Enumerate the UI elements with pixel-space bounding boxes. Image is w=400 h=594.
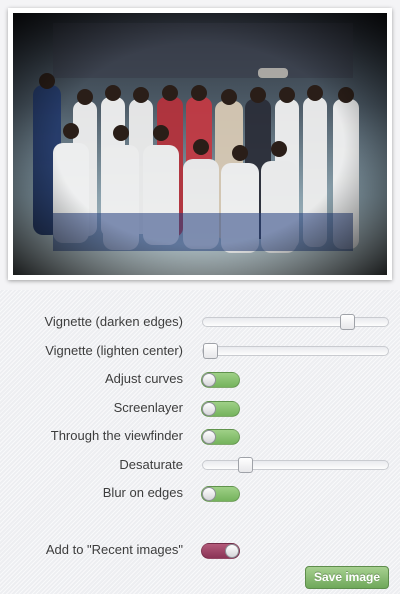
slider-thumb[interactable] [238,457,254,473]
setting-row-vignette-lighten: Vignette (lighten center) [0,341,400,363]
screenlayer-toggle[interactable] [201,401,240,417]
viewfinder-toggle[interactable] [201,429,240,445]
setting-label: Through the viewfinder [50,428,183,443]
setting-row-recent-images: Add to "Recent images" [0,540,400,562]
photo-frame [8,8,392,280]
setting-label: Blur on edges [102,485,183,500]
setting-label: Desaturate [119,457,183,472]
setting-row-adjust-curves: Adjust curves [0,369,400,391]
setting-label: Vignette (darken edges) [44,314,183,329]
toggle-knob [225,544,239,558]
setting-label: Adjust curves [104,371,183,386]
setting-label: Add to "Recent images" [45,542,183,557]
slider-thumb[interactable] [339,314,355,330]
toggle-knob [202,373,216,387]
group-photo-image [13,13,387,275]
blur-edges-toggle[interactable] [201,486,240,502]
setting-row-vignette-darken: Vignette (darken edges) [0,312,400,334]
slider-thumb[interactable] [203,343,218,359]
vignette-lighten-slider[interactable] [202,343,389,359]
setting-row-viewfinder: Through the viewfinder [0,426,400,448]
vignette-darken-slider[interactable] [202,314,389,330]
adjust-curves-toggle[interactable] [201,372,240,388]
toggle-knob [202,402,216,416]
toggle-knob [202,430,216,444]
toggle-knob [202,487,216,501]
setting-row-blur-edges: Blur on edges [0,483,400,505]
desaturate-slider[interactable] [202,457,389,473]
setting-label: Screenlayer [113,400,183,415]
setting-row-screenlayer: Screenlayer [0,398,400,420]
recent-images-toggle[interactable] [201,543,240,559]
setting-row-desaturate: Desaturate [0,455,400,477]
setting-label: Vignette (lighten center) [45,343,183,358]
save-image-button[interactable]: Save image [305,566,389,589]
